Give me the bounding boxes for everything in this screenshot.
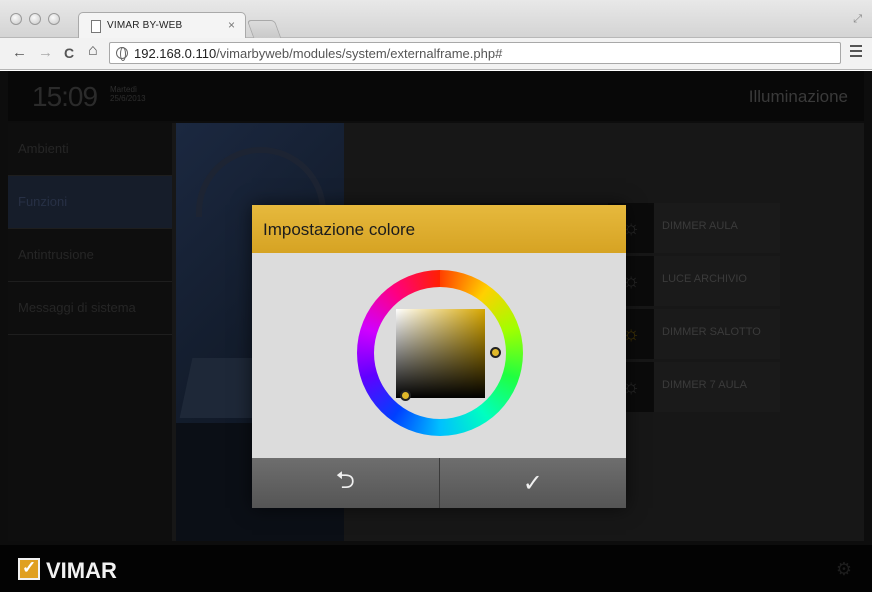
zoom-window-button[interactable]	[48, 13, 60, 25]
browser-titlebar: VIMAR BY-WEB × ⤢	[0, 0, 872, 39]
dialog-title: Impostazione colore	[263, 220, 416, 239]
fullscreen-icon[interactable]: ⤢	[853, 13, 862, 26]
globe-icon	[116, 47, 128, 61]
confirm-button[interactable]: ✓	[438, 458, 626, 508]
hue-handle[interactable]	[490, 347, 501, 358]
url-host: 192.168.0.110	[134, 46, 217, 61]
color-settings-dialog: Impostazione colore ⮌ ✓	[252, 205, 626, 508]
device-label: DIMMER AULA	[654, 203, 780, 253]
back-arrow-icon: ⮌	[335, 466, 355, 494]
tab-title: VIMAR BY-WEB	[107, 20, 183, 31]
page-icon	[91, 20, 101, 33]
sidebar-item-antintrusione[interactable]: Antintrusione	[8, 229, 172, 282]
tab-close-icon[interactable]: ×	[228, 18, 235, 32]
browser-toolbar: ← → C ⌂ 192.168.0.110/vimarbyweb/modules…	[0, 38, 872, 70]
browser-tab[interactable]: VIMAR BY-WEB ×	[78, 12, 246, 39]
back-button[interactable]: ⮌	[252, 458, 439, 508]
date-block: Martedì 25/6/2013	[110, 85, 146, 103]
app-footer: ✓ VIMAR ⚙	[0, 545, 872, 592]
date: 25/6/2013	[110, 94, 146, 103]
dialog-body	[252, 253, 626, 458]
device-label: LUCE ARCHIVIO	[654, 256, 780, 306]
dialog-header: Impostazione colore	[252, 205, 626, 253]
url-text: 192.168.0.110/vimarbyweb/modules/system/…	[134, 46, 502, 61]
address-bar[interactable]: 192.168.0.110/vimarbyweb/modules/system/…	[109, 42, 841, 64]
new-tab-button[interactable]	[246, 20, 282, 38]
device-label: DIMMER SALOTTO	[654, 309, 780, 359]
saturation-brightness-picker[interactable]	[396, 309, 485, 398]
app-header: 15:09 Martedì 25/6/2013 Illuminazione	[8, 71, 864, 121]
sidebar-item-ambienti[interactable]: Ambienti	[8, 123, 172, 176]
vimar-logo-icon: ✓	[18, 558, 40, 580]
close-window-button[interactable]	[10, 13, 22, 25]
device-label: DIMMER 7 AULA	[654, 362, 780, 412]
page-title: Illuminazione	[748, 87, 848, 106]
checkmark-icon: ✓	[522, 469, 543, 497]
sidebar: Ambienti Funzioni Antintrusione Messaggi…	[8, 123, 172, 541]
vimar-logo-text: VIMAR	[46, 558, 117, 583]
sidebar-item-messaggi[interactable]: Messaggi di sistema	[8, 282, 172, 335]
settings-gear-icon[interactable]: ⚙	[836, 559, 852, 580]
clock-time: 15:09	[32, 81, 98, 112]
url-path: /vimarbyweb/modules/system/externalframe…	[216, 46, 503, 61]
home-icon[interactable]: ⌂	[88, 42, 98, 60]
dialog-footer: ⮌ ✓	[252, 458, 626, 508]
sidebar-item-funzioni[interactable]: Funzioni	[8, 176, 172, 229]
back-icon[interactable]: ←	[12, 44, 27, 61]
menu-icon[interactable]	[850, 45, 862, 60]
minimize-window-button[interactable]	[29, 13, 41, 25]
color-handle[interactable]	[400, 390, 411, 401]
reload-icon[interactable]: C	[64, 45, 74, 61]
weekday: Martedì	[110, 85, 138, 94]
forward-icon[interactable]: →	[38, 44, 53, 61]
